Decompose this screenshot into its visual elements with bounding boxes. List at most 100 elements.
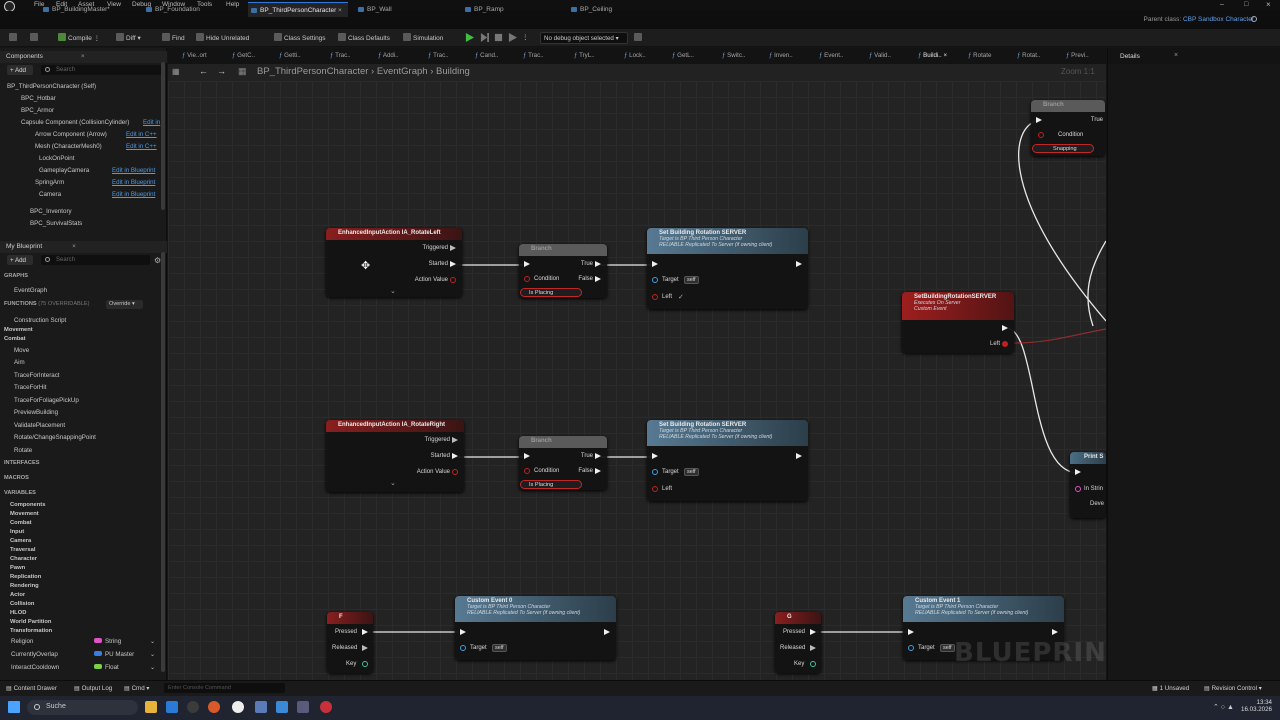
graph-tab[interactable]: ƒ Switc.. (722, 52, 745, 59)
component-item[interactable]: Camera Edit in Blueprint (39, 191, 161, 198)
window-close-icon[interactable]: × (1266, 0, 1271, 9)
back-arrow-icon[interactable]: ← (199, 66, 208, 76)
function-item[interactable]: Rotate (14, 447, 32, 454)
hide-unrelated-button[interactable]: Hide Unrelated (196, 33, 249, 42)
browser-icon[interactable] (187, 701, 199, 713)
graph-tab[interactable]: ƒ Rotat.. (1017, 52, 1040, 59)
edit-link[interactable]: Edit in C++ (126, 143, 157, 150)
checkbox-checked-icon[interactable]: ✓ (678, 293, 684, 301)
components-search-input[interactable]: Search (41, 65, 162, 75)
graph-tab[interactable]: ƒ Valid.. (869, 52, 891, 59)
edit-link[interactable]: Edit in C++ (126, 131, 157, 138)
cmd-dropdown[interactable]: ▤ Cmd ▾ (124, 685, 150, 692)
function-item[interactable]: TraceForInteract (14, 372, 60, 379)
edit-link[interactable]: Edit in (143, 119, 160, 126)
exec-pin-icon[interactable] (452, 437, 458, 443)
variable-category[interactable]: Components (10, 502, 45, 508)
taskbar-clock[interactable]: 13:34 16.03.2026 (1240, 699, 1272, 713)
exec-pin-icon[interactable] (450, 261, 456, 267)
graph-tab[interactable]: ƒ Previ.. (1066, 52, 1089, 59)
exec-pin-icon[interactable] (810, 629, 816, 635)
add-member-button[interactable]: + Add (7, 255, 33, 265)
parent-class-link[interactable]: CBP Sandbox Character (1183, 16, 1254, 23)
stop-icon[interactable] (494, 33, 503, 42)
function-item[interactable]: ValidatePlacement (14, 422, 65, 429)
bool-pin-icon[interactable] (524, 276, 530, 282)
window-minimize-icon[interactable]: – (1220, 1, 1224, 8)
app-icon[interactable] (255, 701, 267, 713)
bool-pin-icon[interactable] (450, 277, 456, 283)
tab-close-icon[interactable]: × (338, 7, 342, 14)
component-item[interactable]: BPC_SurvivalStats (30, 220, 82, 227)
tab-bp-thirdpersoncharacter[interactable]: BP_ThirdPersonCharacter × (248, 2, 348, 17)
exec-pin-icon[interactable] (362, 629, 368, 635)
component-item[interactable]: LockOnPoint (39, 155, 74, 162)
exec-pin-icon[interactable] (1075, 469, 1081, 475)
graph-tab[interactable]: ƒ Trac.. (330, 52, 351, 59)
app-icon[interactable] (276, 701, 288, 713)
exec-pin-icon[interactable] (450, 245, 456, 251)
variable-category[interactable]: World Partition (10, 619, 51, 625)
exec-pin-icon[interactable] (796, 453, 802, 459)
exec-pin-icon[interactable] (452, 453, 458, 459)
function-item[interactable]: TraceForFoliagePickUp (14, 397, 79, 404)
unsaved-indicator[interactable]: ▦ 1 Unsaved (1152, 685, 1189, 692)
target-self-box[interactable]: self (684, 468, 699, 476)
component-item[interactable]: Capsule Component (CollisionCylinder) Edi… (21, 119, 161, 126)
variable-type[interactable]: Float (94, 664, 119, 671)
graph-tab[interactable]: ƒ Cand.. (475, 52, 498, 59)
variable-category[interactable]: Camera (10, 538, 31, 544)
graph-tab[interactable]: ƒ GetC.. (232, 52, 255, 59)
graph-tab[interactable]: ƒ Event.. (819, 52, 843, 59)
variable-item[interactable]: Religion (11, 638, 33, 645)
node-key-f[interactable]: F Pressed Released Key (327, 612, 373, 673)
exec-pin-icon[interactable] (595, 453, 601, 459)
breadcrumb-subgraph[interactable]: Building (436, 66, 470, 77)
node-print-string[interactable]: Print S In Strin Deve (1070, 452, 1106, 518)
variable-category[interactable]: Rendering (10, 583, 39, 589)
search-icon[interactable] (1251, 16, 1257, 22)
graphs-section[interactable]: GRAPHS (4, 273, 28, 279)
app-icon[interactable] (297, 701, 309, 713)
exec-pin-icon[interactable] (604, 629, 610, 635)
object-pin-icon[interactable] (652, 277, 658, 283)
window-maximize-icon[interactable]: □ (1244, 1, 1248, 8)
compile-button[interactable]: Compile ⋮ (58, 33, 100, 42)
my-blueprint-search-input[interactable]: Search (41, 255, 150, 265)
variable-category[interactable]: Character (10, 556, 37, 562)
component-item[interactable]: SpringArm Edit in Blueprint (35, 179, 161, 186)
menu-help[interactable]: Help (226, 1, 239, 8)
variable-category[interactable]: Pawn (10, 565, 25, 571)
variable-category[interactable]: Traversal (10, 547, 35, 553)
graph-tab[interactable]: ƒ Lock.. (624, 52, 646, 59)
target-self-box[interactable]: self (492, 644, 507, 652)
edit-link[interactable]: Edit in Blueprint (112, 167, 155, 174)
close-icon[interactable]: × (81, 53, 85, 60)
eject-icon[interactable] (508, 33, 517, 42)
object-pin-icon[interactable] (652, 469, 658, 475)
interfaces-section[interactable]: INTERFACES (4, 460, 39, 466)
graph-tab[interactable]: ƒ Addi.. (378, 52, 399, 59)
object-pin-icon[interactable] (908, 645, 914, 651)
add-component-button[interactable]: + Add (7, 65, 33, 75)
string-pin-icon[interactable] (1075, 486, 1081, 492)
graph-tab[interactable]: ƒ GetL.. (672, 52, 694, 59)
functions-section[interactable]: FUNCTIONS (75 OVERRIDABLE) (4, 301, 90, 307)
is-placing-getter[interactable]: Is Placing (520, 480, 582, 489)
tab-bp-foundation[interactable]: BP_Foundation (143, 2, 206, 17)
find-button[interactable]: Find (162, 33, 185, 42)
component-item[interactable]: BPC_Hotbar (21, 95, 56, 102)
tab-bp-buildingmaster[interactable]: BP_BuildingMaster* (40, 2, 116, 17)
variable-category[interactable]: Transformation (10, 628, 52, 634)
variable-category[interactable]: Input (10, 529, 24, 535)
exec-pin-icon[interactable] (595, 276, 601, 282)
content-drawer-button[interactable]: ▤ Content Drawer (6, 685, 57, 692)
exec-pin-icon[interactable] (362, 645, 368, 651)
object-pin-icon[interactable] (460, 645, 466, 651)
function-item[interactable]: Movement (4, 327, 33, 333)
component-item[interactable]: BPC_Armor (21, 107, 54, 114)
component-item[interactable]: BPC_Inventory (30, 208, 72, 215)
console-command-input[interactable]: Enter Console Command (164, 683, 285, 693)
bool-pin-icon[interactable] (1038, 132, 1044, 138)
component-item[interactable]: GameplayCamera Edit in Blueprint (39, 167, 161, 174)
